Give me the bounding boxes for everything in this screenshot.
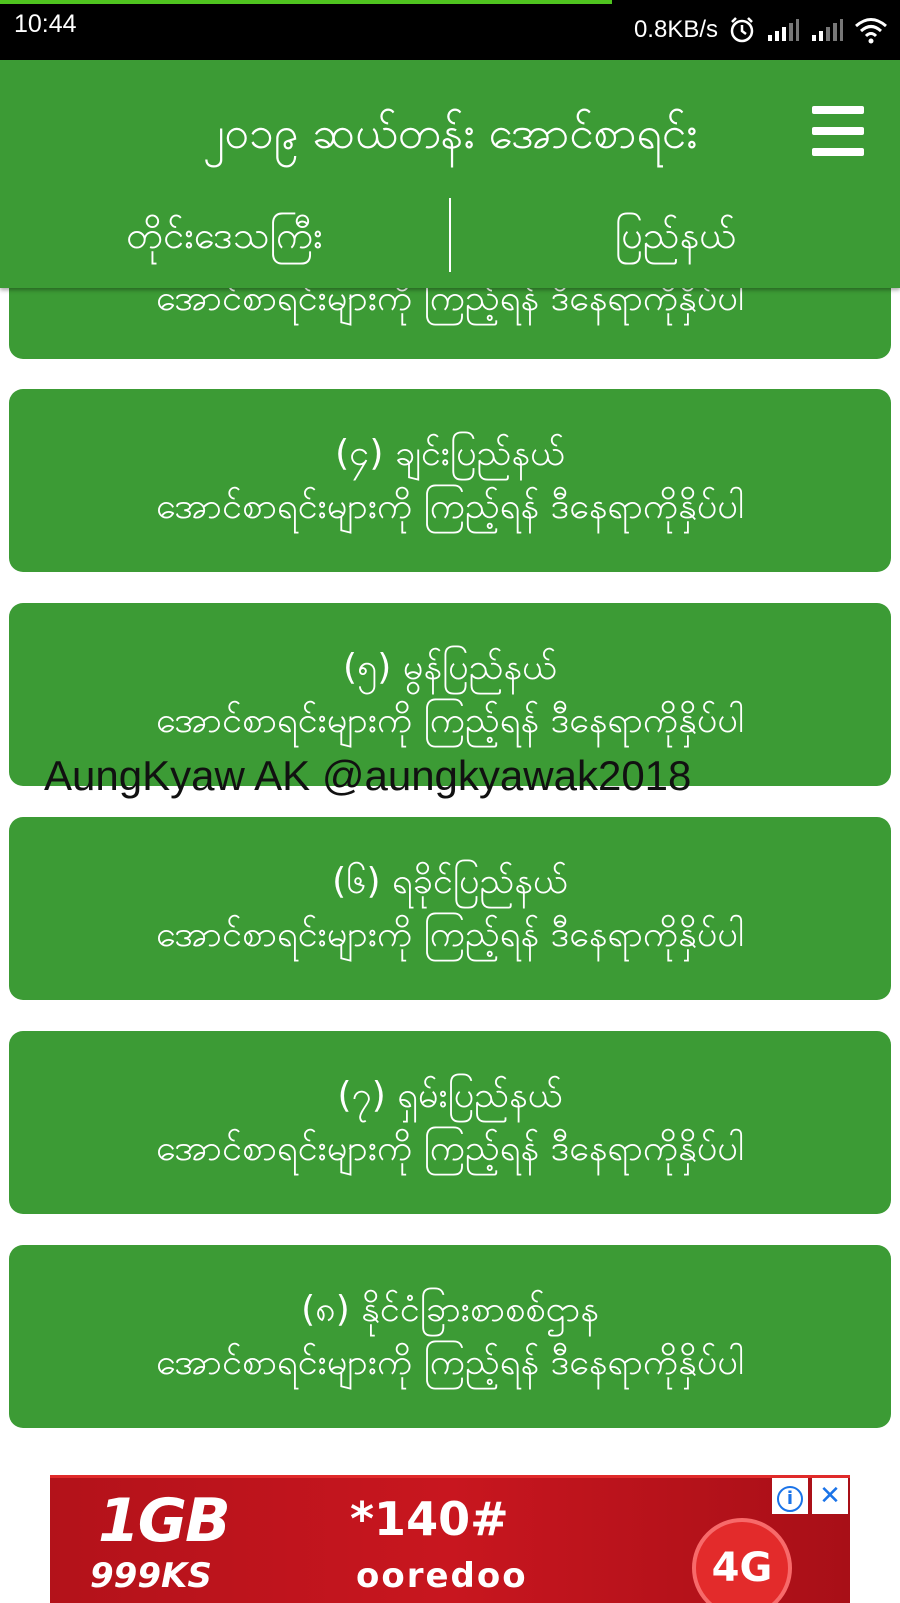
watermark-text: AungKyaw AK @aungkyawak2018	[44, 752, 692, 799]
card-subtitle: အောင်စာရင်းများကို ကြည့်ရန် ဒီနေရာကိုနှိ…	[155, 1342, 745, 1383]
card-subtitle: အောင်စာရင်းများကို ကြည့်ရန် ဒီနေရာကိုနှိ…	[155, 486, 745, 527]
page-title: ၂၀၁၉ ဆယ်တန်း အောင်စာရင်း	[202, 108, 698, 159]
list-item-card[interactable]: (၆) ရခိုင်ပြည်နယ် အောင်စာရင်းများကို ကြည…	[9, 817, 891, 1000]
ad-dial-code: *140#	[350, 1492, 509, 1546]
ad-info-icon[interactable]: i	[772, 1478, 808, 1514]
card-title: (၈) နိုင်ငံခြားစာစစ်ဌာန	[301, 1289, 599, 1330]
card-title: (၄) ချင်းပြည်နယ်	[335, 433, 565, 474]
list-item-card[interactable]: (၈) နိုင်ငံခြားစာစစ်ဌာန အောင်စာရင်းများက…	[9, 1245, 891, 1428]
card-title: (၇) ရှမ်းပြည်နယ်	[337, 1075, 563, 1116]
card-subtitle: အောင်စာရင်းများကို ကြည့်ရန် ဒီနေရာကိုနှိ…	[155, 914, 745, 955]
ad-price: 999KS	[90, 1556, 212, 1596]
ad-close-icon[interactable]: ✕	[812, 1478, 848, 1514]
ad-4g-badge: 4G	[692, 1518, 792, 1603]
card-title: (၆) ရခိုင်ပြည်နယ်	[332, 861, 568, 902]
tab-states[interactable]: ပြည်နယ်	[451, 195, 900, 275]
hamburger-menu-icon[interactable]	[812, 106, 864, 156]
tab-regions[interactable]: တိုင်းဒေသကြီး	[0, 195, 449, 275]
app-header: ၂၀၁၉ ဆယ်တန်း အောင်စာရင်း တိုင်းဒေသကြီး ပ…	[0, 60, 900, 288]
ad-brand-logo: ooredoo	[356, 1556, 528, 1596]
list-item-card[interactable]: (၇) ရှမ်းပြည်နယ် အောင်စာရင်းများကို ကြည့…	[9, 1031, 891, 1214]
card-subtitle: အောင်စာရင်းများကို ကြည့်ရန် ဒီနေရာကိုနှိ…	[155, 1128, 745, 1169]
card-title: (၅) မွန်ပြည်နယ်	[343, 647, 557, 688]
card-subtitle: အောင်စာရင်းများကို ကြည့်ရန် ဒီနေရာကိုနှိ…	[155, 700, 745, 741]
ad-headline: 1GB	[98, 1486, 231, 1556]
ad-banner[interactable]: 1GB 999KS *140# ooredoo 4G i ✕	[50, 1475, 850, 1603]
list-item-card[interactable]: (၄) ချင်းပြည်နယ် အောင်စာရင်းများကို ကြည့…	[9, 389, 891, 572]
